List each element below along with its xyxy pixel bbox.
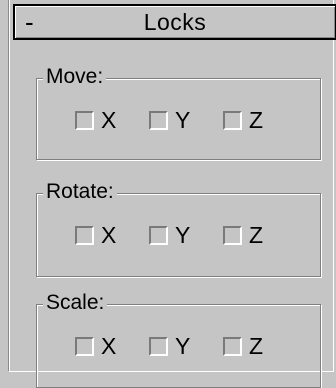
- scale-group-label: Scale:: [43, 291, 108, 315]
- collapse-icon[interactable]: -: [25, 8, 34, 36]
- scale-z-checkbox[interactable]: Z: [223, 333, 277, 360]
- move-checkbox-row: X Y Z: [75, 107, 297, 134]
- checkbox-box[interactable]: [75, 226, 94, 245]
- move-x-checkbox[interactable]: X: [75, 107, 129, 134]
- rollout-title: Locks: [143, 8, 207, 35]
- rotate-y-checkbox[interactable]: Y: [149, 222, 203, 249]
- scale-x-checkbox[interactable]: X: [75, 333, 129, 360]
- checkbox-label: Y: [175, 107, 191, 133]
- locks-rollout: - Locks Move: X Y Z Rotate: X Y Z Scale:…: [8, 0, 336, 388]
- checkbox-box[interactable]: [75, 111, 94, 130]
- move-y-checkbox[interactable]: Y: [149, 107, 203, 134]
- checkbox-label: Z: [249, 222, 264, 248]
- move-z-checkbox[interactable]: Z: [223, 107, 277, 134]
- checkbox-label: Y: [175, 333, 191, 359]
- rotate-lock-group: Rotate: X Y Z: [36, 180, 321, 277]
- scale-checkbox-row: X Y Z: [75, 333, 297, 360]
- checkbox-label: X: [101, 222, 117, 248]
- checkbox-label: X: [101, 107, 117, 133]
- scale-lock-group: Scale: X Y Z: [36, 291, 321, 388]
- move-lock-group: Move: X Y Z: [36, 65, 321, 160]
- checkbox-box[interactable]: [223, 111, 242, 130]
- checkbox-box[interactable]: [149, 111, 168, 130]
- scale-y-checkbox[interactable]: Y: [149, 333, 203, 360]
- checkbox-box[interactable]: [149, 226, 168, 245]
- checkbox-label: Y: [175, 222, 191, 248]
- checkbox-label: X: [101, 333, 117, 359]
- rotate-group-label: Rotate:: [43, 180, 117, 204]
- checkbox-box[interactable]: [223, 226, 242, 245]
- rotate-x-checkbox[interactable]: X: [75, 222, 129, 249]
- checkbox-label: Z: [249, 107, 264, 133]
- move-group-label: Move:: [43, 65, 107, 89]
- checkbox-box[interactable]: [149, 337, 168, 356]
- checkbox-box[interactable]: [75, 337, 94, 356]
- rotate-checkbox-row: X Y Z: [75, 222, 297, 249]
- checkbox-box[interactable]: [223, 337, 242, 356]
- locks-rollout-header[interactable]: - Locks: [13, 4, 336, 40]
- checkbox-label: Z: [249, 333, 264, 359]
- rotate-z-checkbox[interactable]: Z: [223, 222, 277, 249]
